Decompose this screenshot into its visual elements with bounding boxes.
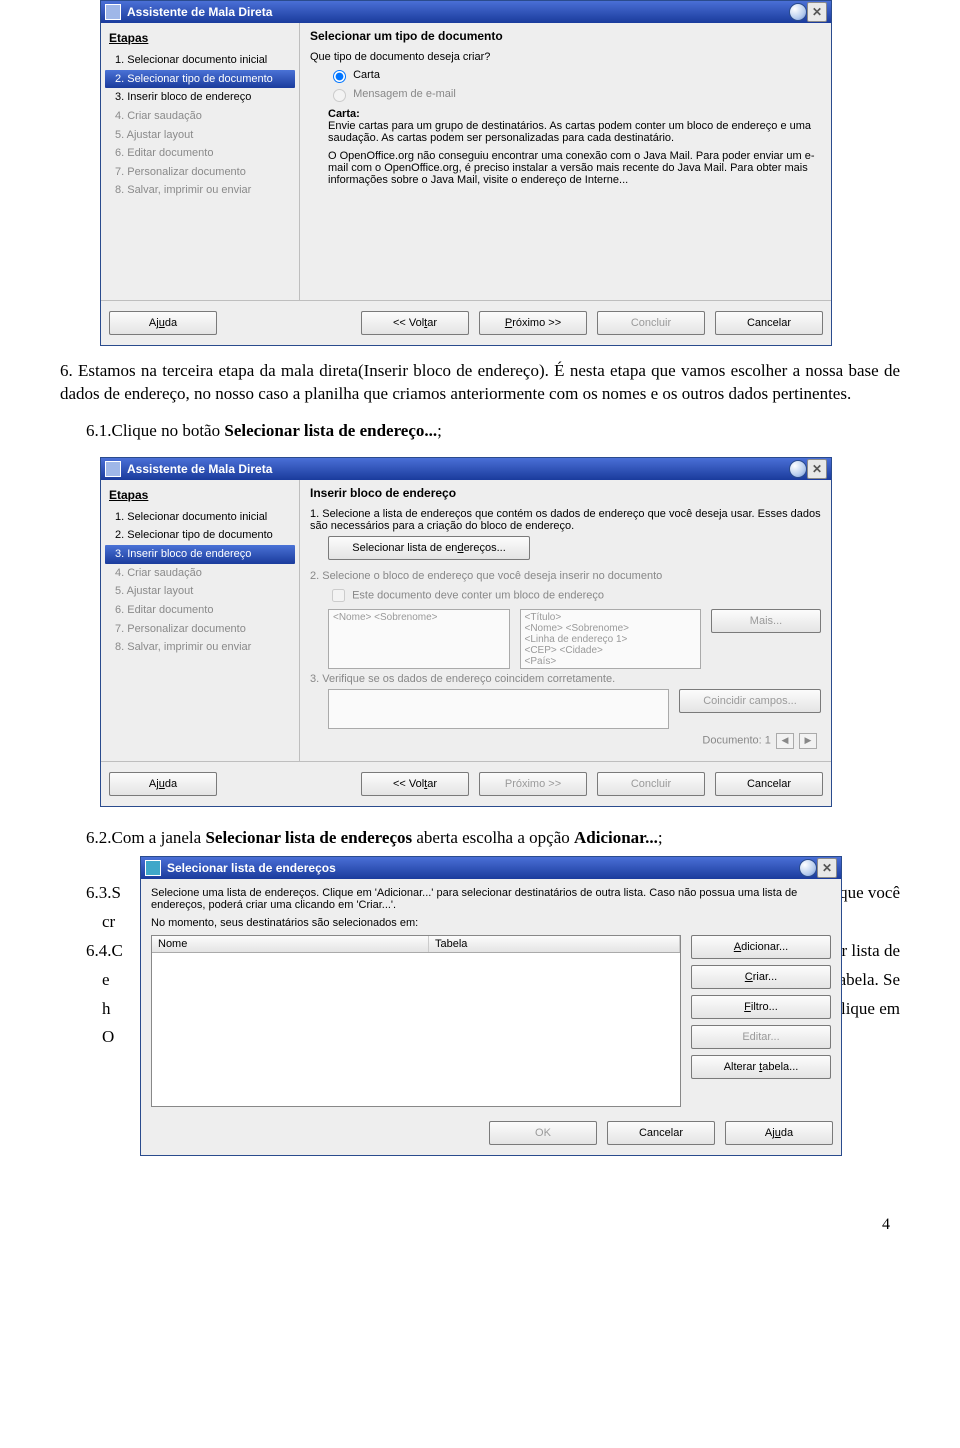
radio-email-label: Mensagem de e-mail: [353, 88, 456, 100]
step-2-label: 2. Selecione o bloco de endereço que voc…: [310, 570, 821, 582]
document-counter: Documento: 1 ◀ ▶: [310, 733, 821, 749]
next-button: Próximo >>: [479, 772, 587, 796]
step-4: 4. Criar saudação: [105, 564, 295, 583]
col-nome[interactable]: Nome: [152, 936, 429, 952]
step-8: 8. Salvar, imprimir ou enviar: [105, 181, 295, 200]
ok-button: OK: [489, 1121, 597, 1145]
contains-block-checkbox: Este documento deve conter um bloco de e…: [328, 586, 821, 605]
contains-block-input: [332, 589, 345, 602]
steps-panel: Etapas 1. Selecionar documento inicial 2…: [101, 480, 300, 761]
prev-doc-button: ◀: [776, 733, 794, 749]
next-doc-button: ▶: [799, 733, 817, 749]
help-button[interactable]: Ajuda: [109, 311, 217, 335]
step-5: 5. Ajustar layout: [105, 582, 295, 601]
cancel-button[interactable]: Cancelar: [715, 311, 823, 335]
window-icon: [145, 860, 161, 876]
content-pane: Inserir bloco de endereço 1. Selecione a…: [300, 480, 831, 761]
step-6: 6. Editar documento: [105, 144, 295, 163]
steps-header: Etapas: [105, 484, 295, 508]
mailmerge-wizard-window-step2: Assistente de Mala Direta ✕ Etapas 1. Se…: [100, 0, 832, 346]
carta-text: Envie cartas para um grupo de destinatár…: [328, 120, 821, 144]
steps-header: Etapas: [105, 27, 295, 51]
titlebar[interactable]: Selecionar lista de endereços ✕: [141, 857, 841, 879]
radio-email: Mensagem de e-mail: [328, 86, 821, 102]
page-number: 4: [30, 1216, 890, 1234]
radio-carta[interactable]: Carta: [328, 67, 821, 83]
step-6: 6. Editar documento: [105, 601, 295, 620]
step-1[interactable]: 1. Selecionar documento inicial: [105, 508, 295, 527]
question-label: Que tipo de documento deseja criar?: [310, 51, 821, 63]
radio-carta-input[interactable]: [333, 70, 346, 83]
step-8: 8. Salvar, imprimir ou enviar: [105, 638, 295, 657]
select-addresslist-dialog: Selecionar lista de endereços ✕ Selecion…: [140, 856, 842, 1156]
step-3[interactable]: 3. Inserir bloco de endereço: [105, 88, 295, 107]
help-button[interactable]: Ajuda: [109, 772, 217, 796]
window-title: Selecionar lista de endereços: [167, 861, 793, 875]
step-2[interactable]: 2. Selecionar tipo de documento: [105, 526, 295, 545]
pane-header: Selecionar um tipo de documento: [310, 29, 821, 43]
content-pane: Selecionar um tipo de documento Que tipo…: [300, 23, 831, 300]
doc-para-6-1: 6.1.Clique no botão Selecionar lista de …: [86, 420, 900, 443]
carta-header: Carta:: [328, 108, 821, 120]
close-icon[interactable]: ✕: [807, 2, 827, 22]
back-button[interactable]: << Voltar: [361, 311, 469, 335]
filter-button[interactable]: Filtro...: [691, 995, 831, 1019]
decor-icon: [799, 859, 817, 877]
button-row: Ajuda << Voltar Próximo >> Concluir Canc…: [101, 300, 831, 345]
finish-button: Concluir: [597, 772, 705, 796]
pane-header: Inserir bloco de endereço: [310, 486, 821, 500]
address-list-table[interactable]: Nome Tabela: [151, 935, 681, 1107]
doc-para-6-2: 6.2.Com a janela Selecionar lista de end…: [86, 827, 900, 850]
close-icon[interactable]: ✕: [817, 858, 837, 878]
match-preview: [328, 689, 669, 729]
step-7: 7. Personalizar documento: [105, 620, 295, 639]
mailmerge-wizard-window-step3: Assistente de Mala Direta ✕ Etapas 1. Se…: [100, 457, 832, 807]
add-button[interactable]: Adicionar...: [691, 935, 831, 959]
radio-email-input: [333, 89, 346, 102]
intro-text: Selecione uma lista de endereços. Clique…: [151, 887, 831, 911]
decor-icon: [789, 3, 807, 21]
address-block-preview-1: <Nome> <Sobrenome>: [328, 609, 510, 669]
cancel-button[interactable]: Cancelar: [715, 772, 823, 796]
address-block-preview-2: <Título> <Nome> <Sobrenome> <Linha de en…: [520, 609, 702, 669]
col-tabela[interactable]: Tabela: [429, 936, 680, 952]
step-1[interactable]: 1. Selecionar documento inicial: [105, 51, 295, 70]
step-5: 5. Ajustar layout: [105, 126, 295, 145]
button-row: Ajuda << Voltar Próximo >> Concluir Canc…: [101, 761, 831, 806]
cancel-button[interactable]: Cancelar: [607, 1121, 715, 1145]
titlebar[interactable]: Assistente de Mala Direta ✕: [101, 1, 831, 23]
back-button[interactable]: << Voltar: [361, 772, 469, 796]
step-7: 7. Personalizar documento: [105, 163, 295, 182]
help-button[interactable]: Ajuda: [725, 1121, 833, 1145]
doc-para-6: 6. Estamos na terceira etapa da mala dir…: [60, 360, 900, 406]
match-fields-button: Coincidir campos...: [679, 689, 821, 713]
window-title: Assistente de Mala Direta: [127, 462, 783, 476]
select-addresslist-button[interactable]: Selecionar lista de endereços...: [328, 536, 530, 560]
change-table-button[interactable]: Alterar tabela...: [691, 1055, 831, 1079]
table-header: Nome Tabela: [152, 936, 680, 953]
titlebar[interactable]: Assistente de Mala Direta ✕: [101, 458, 831, 480]
decor-icon: [789, 460, 807, 478]
window-icon: [105, 461, 121, 477]
step-3[interactable]: 3. Inserir bloco de endereço: [105, 545, 295, 564]
radio-carta-label: Carta: [353, 69, 380, 81]
steps-panel: Etapas 1. Selecionar documento inicial 2…: [101, 23, 300, 300]
step-1-label: 1. Selecione a lista de endereços que co…: [310, 508, 821, 532]
step-4: 4. Criar saudação: [105, 107, 295, 126]
close-icon[interactable]: ✕: [807, 459, 827, 479]
finish-button: Concluir: [597, 311, 705, 335]
more-button: Mais...: [711, 609, 821, 633]
java-text: O OpenOffice.org não conseguiu encontrar…: [328, 150, 821, 186]
window-title: Assistente de Mala Direta: [127, 5, 783, 19]
step-3-label: 3. Verifique se os dados de endereço coi…: [310, 673, 821, 685]
create-button[interactable]: Criar...: [691, 965, 831, 989]
edit-button: Editar...: [691, 1025, 831, 1049]
window-icon: [105, 4, 121, 20]
next-button[interactable]: Próximo >>: [479, 311, 587, 335]
now-text: No momento, seus destinatários são selec…: [151, 917, 831, 929]
step-2[interactable]: 2. Selecionar tipo de documento: [105, 70, 295, 89]
